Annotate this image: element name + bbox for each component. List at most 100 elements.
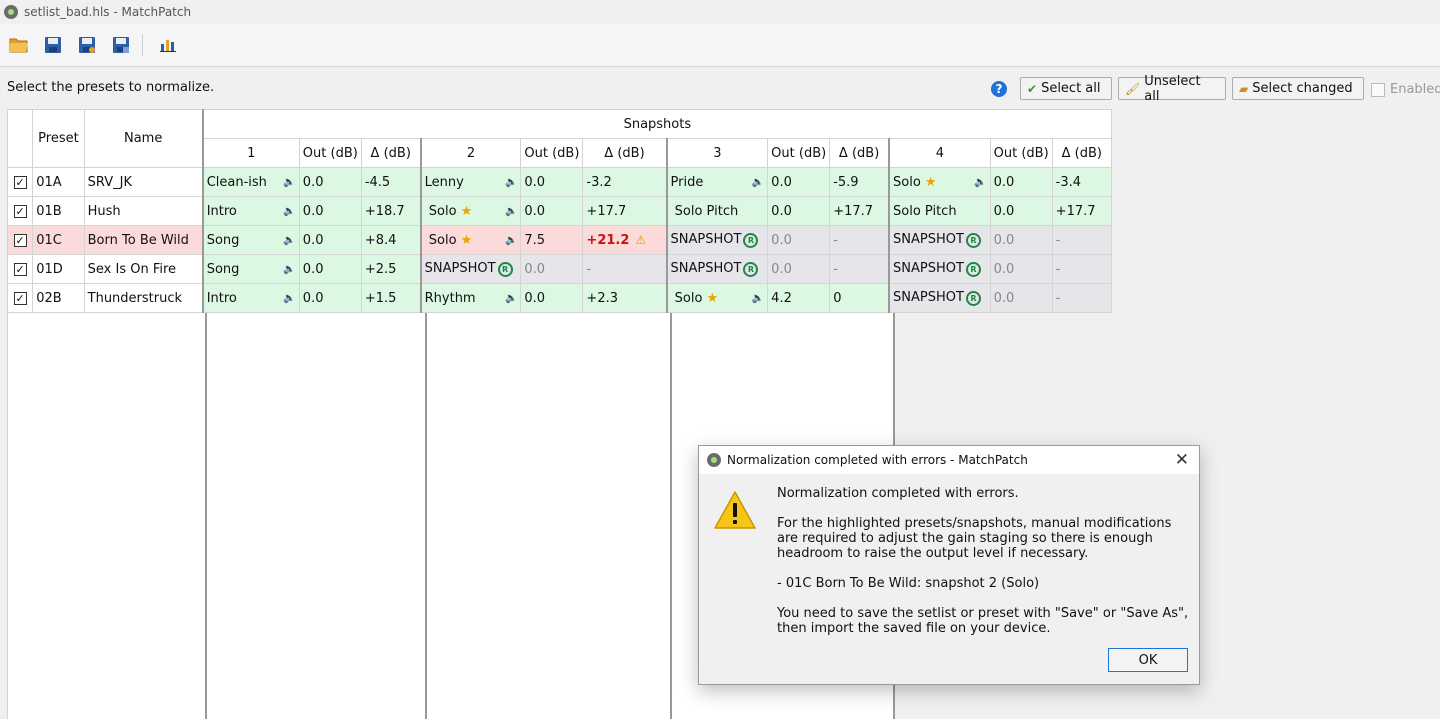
- checkbox-header: [6, 109, 34, 168]
- preset-checkbox[interactable]: ✓: [13, 175, 27, 189]
- snapshot-name-cell[interactable]: Intro 🔈: [201, 283, 300, 313]
- preset-checkbox[interactable]: ✓: [13, 262, 27, 276]
- snapshot-name: Clean-ish: [206, 174, 267, 190]
- disabled-snapshot-icon: R: [743, 262, 759, 277]
- select-changed-button[interactable]: ▰ Select changed: [1232, 77, 1364, 100]
- delta-db-value: -: [1051, 225, 1113, 255]
- snapshot-name-cell[interactable]: SNAPSHOT R: [887, 254, 991, 284]
- unselect-all-label: Unselect all: [1144, 73, 1201, 104]
- name-header[interactable]: Name: [83, 109, 204, 168]
- out-db-value: 0.0: [298, 225, 362, 255]
- snapshot-name: Song: [206, 232, 240, 248]
- snapshot-name-cell[interactable]: Pride 🔈: [665, 167, 769, 197]
- snapshot-name-wrap: Clean-ish 🔈: [207, 175, 296, 190]
- preset-checkbox[interactable]: ✓: [13, 204, 27, 218]
- snapshot-name-cell[interactable]: SNAPSHOT R: [665, 225, 769, 255]
- preset-name: Hush: [83, 196, 204, 226]
- speaker-icon: 🔈: [974, 176, 987, 188]
- speaker-icon: 🔈: [283, 176, 296, 188]
- enabled-checkbox-box: [1371, 82, 1385, 97]
- delta-db-text: -: [833, 261, 838, 277]
- snapshot-name-cell[interactable]: Rhythm 🔈: [419, 283, 522, 313]
- delta-db-value: -: [1051, 254, 1113, 284]
- snapshot-name-group: Solo ★: [425, 233, 473, 248]
- select-cell: ✓: [6, 254, 34, 284]
- select-all-button[interactable]: ✔ Select all: [1020, 77, 1112, 100]
- snapshot-name-wrap: Intro 🔈: [207, 204, 296, 219]
- table-row[interactable]: ✓ 02B Thunderstruck Intro 🔈 0.0 +1.5 Rhythm 🔈 0.0…: [6, 283, 1113, 313]
- snapshot-name-cell[interactable]: SNAPSHOT R: [887, 225, 991, 255]
- table-row[interactable]: ✓ 01A SRV_JK Clean-ish 🔈 0.0 -4.5 Lenny 🔈 0.0 -3.2…: [6, 167, 1113, 197]
- snapshot-name-wrap: Pride 🔈: [671, 175, 765, 190]
- open-folder-icon[interactable]: [4, 30, 34, 60]
- save-as-icon[interactable]: [72, 30, 102, 60]
- snapshot-name-cell[interactable]: Song 🔈: [201, 254, 300, 284]
- snapshot-name: SNAPSHOT: [424, 261, 496, 276]
- help-icon[interactable]: ?: [991, 81, 1007, 97]
- snapshot-name-cell[interactable]: Solo ★ 🔈: [665, 283, 769, 313]
- preset-name: SRV_JK: [83, 167, 204, 197]
- out-db-header: Out (dB): [767, 138, 831, 168]
- snapshot-name: Solo: [424, 232, 457, 248]
- unselect-all-button[interactable]: 🖌 Unselect all: [1118, 74, 1226, 104]
- close-icon[interactable]: ✕: [1175, 450, 1189, 470]
- snapshot-name-cell[interactable]: Solo ★ 🔈: [887, 167, 991, 197]
- snapshot-name-group: Intro: [207, 291, 237, 306]
- table-row[interactable]: ✓ 01C Born To Be Wild Song 🔈 0.0 +8.4 Solo ★ 🔈 7…: [6, 225, 1113, 255]
- snapshot-name: Pride: [670, 174, 704, 190]
- snapshot-name: SNAPSHOT: [670, 232, 742, 247]
- preset-checkbox[interactable]: ✓: [13, 233, 27, 247]
- snapshot-name-wrap: Solo Pitch: [893, 204, 987, 219]
- snapshot-name-wrap: Solo ★ 🔈: [425, 204, 518, 219]
- save-icon[interactable]: [38, 30, 68, 60]
- delta-db-value: +17.7: [582, 196, 668, 226]
- speaker-icon: 🔈: [283, 234, 296, 246]
- snapshot-name: Song: [206, 261, 240, 277]
- snapshot-name-cell[interactable]: SNAPSHOT R: [665, 254, 769, 284]
- delta-db-value: -: [1051, 283, 1113, 313]
- save-all-icon[interactable]: [106, 30, 136, 60]
- out-db-value: 0.0: [520, 283, 584, 313]
- dialog-title-bar: Normalization completed with errors - Ma…: [699, 446, 1199, 474]
- speaker-icon: 🔈: [504, 205, 518, 217]
- snapshot-name-cell[interactable]: Lenny 🔈: [419, 167, 522, 197]
- snapshot-name-group: SNAPSHOT R: [671, 232, 759, 248]
- snapshot-name-cell[interactable]: SNAPSHOT R: [887, 283, 991, 313]
- preset-checkbox[interactable]: ✓: [13, 291, 27, 305]
- preset-name: Thunderstruck: [83, 283, 204, 313]
- ok-button[interactable]: OK: [1108, 648, 1188, 672]
- out-db-value: 0.0: [767, 167, 831, 197]
- select-cell: ✓: [6, 167, 34, 197]
- snapshot-name-cell[interactable]: Solo ★ 🔈: [419, 196, 522, 226]
- snapshot-name: Solo: [893, 174, 921, 190]
- snapshot-name: SNAPSHOT: [893, 232, 964, 247]
- snapshot-name-wrap: Solo ★ 🔈: [425, 233, 518, 248]
- snapshot-name-cell[interactable]: Song 🔈: [201, 225, 300, 255]
- snapshot-name: Lenny: [424, 174, 464, 190]
- snapshot-name-cell[interactable]: Solo ★ 🔈: [419, 225, 522, 255]
- disabled-snapshot-icon: R: [965, 233, 981, 248]
- delta-db-text: -4.5: [364, 174, 391, 190]
- app-icon: [4, 5, 18, 19]
- snapshot-name-wrap: Solo ★ 🔈: [671, 291, 765, 306]
- toolbar-separator: [142, 34, 143, 56]
- snapshot-3-header: 3: [665, 138, 769, 168]
- preset-header[interactable]: Preset: [32, 109, 85, 168]
- error-dialog: Normalization completed with errors - Ma…: [698, 445, 1200, 685]
- speaker-icon: 🔈: [283, 292, 296, 304]
- out-db-value: 0.0: [520, 167, 584, 197]
- stats-chart-icon[interactable]: [153, 30, 183, 60]
- window-title: setlist_bad.hls - MatchPatch: [24, 5, 192, 19]
- snapshot-name-cell[interactable]: Solo Pitch: [665, 196, 769, 226]
- snapshot-name-cell[interactable]: SNAPSHOT R: [419, 254, 522, 284]
- delta-db-text: +8.4: [364, 232, 397, 248]
- table-row[interactable]: ✓ 01D Sex Is On Fire Song 🔈 0.0 +2.5 SNAPSHOT R 0…: [6, 254, 1113, 284]
- snapshot-name-cell[interactable]: Intro 🔈: [201, 196, 300, 226]
- delta-db-value: +8.4: [360, 225, 422, 255]
- snapshot-name-cell[interactable]: Clean-ish 🔈: [201, 167, 300, 197]
- checkmark-icon: ✔: [1027, 81, 1038, 96]
- snapshot-name-cell[interactable]: Solo Pitch: [887, 196, 991, 226]
- enabled-checkbox[interactable]: Enabled: [1371, 82, 1440, 97]
- snapshot-name-group: SNAPSHOT R: [893, 232, 981, 248]
- table-row[interactable]: ✓ 01B Hush Intro 🔈 0.0 +18.7 Solo ★ 🔈 0.0 +17.7 S…: [6, 196, 1113, 226]
